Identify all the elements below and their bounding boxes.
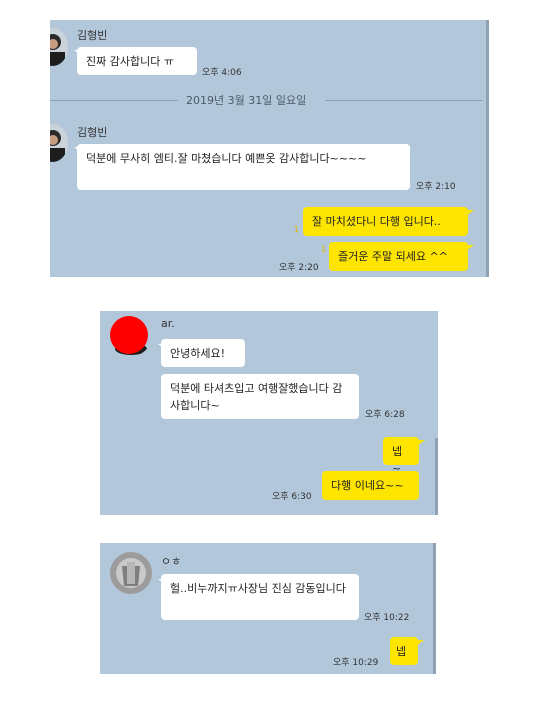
message-time: 오후 10:29 [333, 658, 379, 668]
profile-photo-icon [50, 28, 68, 66]
panel-edge [435, 438, 438, 515]
panel-edge [433, 543, 436, 674]
avatar[interactable] [106, 313, 152, 357]
date-divider-label: 2019년 3월 31일 일요일 [186, 94, 307, 107]
sender-name: 김형빈 [77, 126, 108, 139]
gray-profile-photo-icon [110, 552, 152, 594]
outgoing-message[interactable]: 즐거운 주말 되세요 ^^ [329, 242, 468, 271]
message-time: 오후 6:28 [365, 410, 405, 420]
panel-edge [486, 20, 489, 277]
incoming-message[interactable]: 덕분에 무사히 엠티.잘 마쳤습니다 예쁜옷 감사합니다~~~~ [77, 144, 410, 190]
avatar[interactable] [50, 28, 68, 66]
message-time: 오후 2:20 [279, 263, 319, 273]
bubble-tail [416, 640, 424, 646]
date-divider-left [50, 100, 178, 101]
chat-panel-3: ㅇㅎ 헐..비누까지ㅠ사장님 진심 감동입니다 오후 10:22 오후 10:2… [100, 543, 436, 674]
unread-count: 1 [321, 245, 327, 254]
incoming-message[interactable]: 헐..비누까지ㅠ사장님 진심 감동입니다 [161, 574, 359, 620]
bubble-tail [466, 245, 474, 251]
incoming-message[interactable]: 덕분에 타셔츠입고 여행잘했습니다 감사합니다~ [161, 374, 359, 419]
message-time: 오후 2:10 [416, 182, 456, 192]
chat-panel-2: ar. 안녕하세요! 덕분에 타셔츠입고 여행잘했습니다 감사합니다~ 오후 6… [100, 311, 438, 515]
outgoing-message[interactable]: 넵~ [383, 437, 419, 475]
date-divider-right [325, 100, 483, 101]
outgoing-message[interactable]: 잘 마치셨다니 다행 입니다.. [303, 207, 468, 236]
message-time: 오후 10:22 [364, 613, 410, 623]
bubble-tail [417, 440, 425, 446]
outgoing-message[interactable]: 다행 이네요~~ [322, 471, 419, 500]
sender-name: ㅇㅎ [161, 555, 182, 568]
incoming-message[interactable]: 진짜 감사합니다 ㅠ [77, 47, 197, 75]
chat-panel-1: 김형빈 진짜 감사합니다 ㅠ 오후 4:06 2019년 3월 31일 일요일 … [50, 20, 489, 277]
bubble-tail [466, 210, 474, 216]
avatar[interactable] [50, 124, 68, 162]
incoming-message[interactable]: 안녕하세요! [161, 339, 245, 367]
avatar[interactable] [110, 552, 152, 594]
sender-name: 김형빈 [77, 29, 108, 42]
message-time: 오후 6:30 [272, 492, 312, 502]
red-circle-profile-icon [110, 316, 148, 355]
sender-name: ar. [161, 317, 175, 330]
unread-count: 1 [294, 225, 300, 234]
message-time: 오후 4:06 [202, 68, 242, 78]
outgoing-message[interactable]: 넵 [390, 637, 418, 665]
profile-photo-icon [50, 124, 68, 162]
